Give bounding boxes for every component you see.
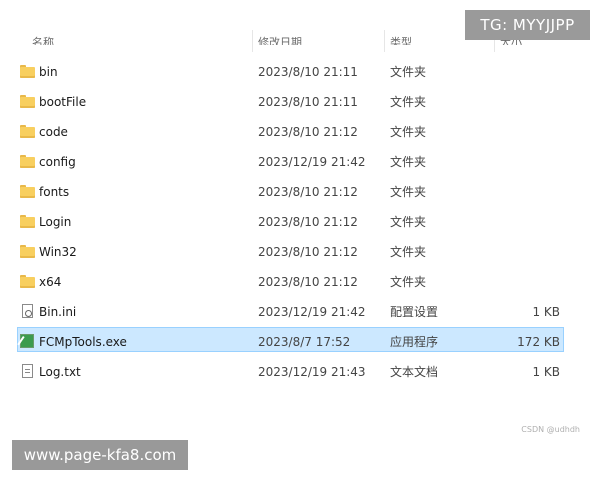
- folder-icon: [20, 245, 35, 259]
- folder-icon: [20, 125, 35, 139]
- telegram-watermark: TG: MYYJJPP: [465, 10, 590, 40]
- file-name: config: [39, 155, 76, 169]
- file-type: 文件夹: [390, 245, 427, 259]
- file-type: 文件夹: [390, 95, 427, 109]
- text-file-icon: [22, 364, 33, 378]
- csdn-watermark: CSDN @udhdh: [521, 425, 580, 434]
- application-icon: [17, 334, 34, 348]
- file-date: 2023/8/10 21:12: [258, 185, 358, 199]
- file-row[interactable]: x64 2023/8/10 21:12 文件夹: [0, 267, 600, 297]
- file-row[interactable]: FCMpTools.exe 2023/8/7 17:52 应用程序 172 KB: [0, 327, 600, 357]
- file-row[interactable]: Log.txt 2023/12/19 21:43 文本文档 1 KB: [0, 357, 600, 387]
- file-name: Login: [39, 215, 72, 229]
- file-type: 应用程序: [390, 335, 439, 349]
- file-row[interactable]: Login 2023/8/10 21:12 文件夹: [0, 207, 600, 237]
- folder-icon: [20, 155, 35, 169]
- column-separator[interactable]: [252, 30, 253, 52]
- folder-icon: [20, 95, 35, 109]
- file-date: 2023/12/19 21:42: [258, 155, 366, 169]
- site-watermark: www.page-kfa8.com: [12, 440, 188, 470]
- file-type: 配置设置: [390, 305, 439, 319]
- file-name: code: [39, 125, 68, 139]
- folder-icon: [20, 275, 35, 289]
- file-date: 2023/8/7 17:52: [258, 335, 351, 349]
- file-date: 2023/8/10 21:12: [258, 125, 358, 139]
- file-date: 2023/8/10 21:12: [258, 215, 358, 229]
- file-type: 文本文档: [390, 365, 439, 379]
- folder-icon: [20, 215, 35, 229]
- file-row[interactable]: Bin.ini 2023/12/19 21:42 配置设置 1 KB: [0, 297, 600, 327]
- file-name: fonts: [39, 185, 70, 199]
- file-size: 172 KB: [517, 335, 560, 349]
- file-row[interactable]: config 2023/12/19 21:42 文件夹: [0, 147, 600, 177]
- file-row[interactable]: Win32 2023/8/10 21:12 文件夹: [0, 237, 600, 267]
- file-date: 2023/12/19 21:43: [258, 365, 366, 379]
- column-header-type[interactable]: 类型: [390, 34, 412, 45]
- file-row[interactable]: bootFile 2023/8/10 21:11 文件夹: [0, 87, 600, 117]
- file-date: 2023/8/10 21:11: [258, 65, 358, 79]
- column-separator[interactable]: [384, 30, 385, 52]
- config-file-icon: [22, 304, 33, 318]
- file-name: x64: [39, 275, 62, 289]
- file-date: 2023/8/10 21:11: [258, 95, 358, 109]
- file-size: 1 KB: [532, 365, 560, 379]
- folder-icon: [20, 185, 35, 199]
- file-name: bootFile: [39, 95, 87, 109]
- file-name: Win32: [39, 245, 77, 259]
- file-size: 1 KB: [532, 305, 560, 319]
- file-type: 文件夹: [390, 125, 427, 139]
- file-row[interactable]: code 2023/8/10 21:12 文件夹: [0, 117, 600, 147]
- file-date: 2023/8/10 21:12: [258, 275, 358, 289]
- folder-icon: [20, 65, 35, 79]
- file-name: Bin.ini: [39, 305, 77, 319]
- file-type: 文件夹: [390, 155, 427, 169]
- file-name: Log.txt: [39, 365, 81, 379]
- file-type: 文件夹: [390, 275, 427, 289]
- file-type: 文件夹: [390, 215, 427, 229]
- file-name: bin: [39, 65, 58, 79]
- file-date: 2023/8/10 21:12: [258, 245, 358, 259]
- file-name: FCMpTools.exe: [39, 335, 127, 349]
- file-row[interactable]: fonts 2023/8/10 21:12 文件夹: [0, 177, 600, 207]
- column-header-name[interactable]: 名称: [32, 34, 54, 45]
- file-list: bin 2023/8/10 21:11 文件夹 bootFile 2023/8/10 2…: [0, 57, 600, 387]
- file-type: 文件夹: [390, 65, 427, 79]
- file-date: 2023/12/19 21:42: [258, 305, 366, 319]
- file-row[interactable]: bin 2023/8/10 21:11 文件夹: [0, 57, 600, 87]
- file-type: 文件夹: [390, 185, 427, 199]
- column-header-date[interactable]: 修改日期: [258, 34, 302, 45]
